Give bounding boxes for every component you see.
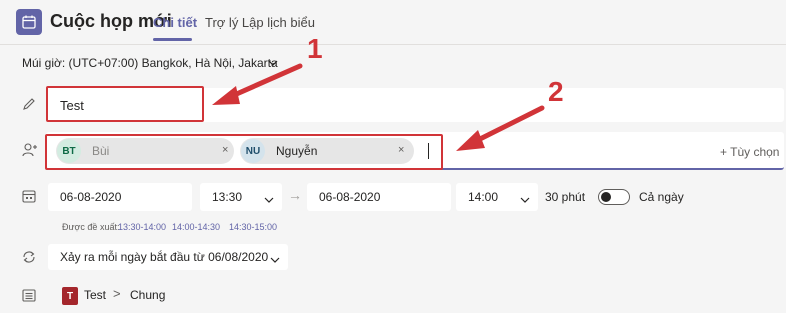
callout-number-2: 2 bbox=[548, 76, 564, 107]
callout-number-1: 1 bbox=[307, 33, 323, 64]
arrow-1-head bbox=[212, 86, 240, 105]
arrow-2-head bbox=[456, 130, 485, 151]
arrow-1-shaft bbox=[229, 63, 303, 99]
annotation-arrows bbox=[212, 63, 545, 151]
arrow-2-shaft bbox=[475, 105, 545, 143]
